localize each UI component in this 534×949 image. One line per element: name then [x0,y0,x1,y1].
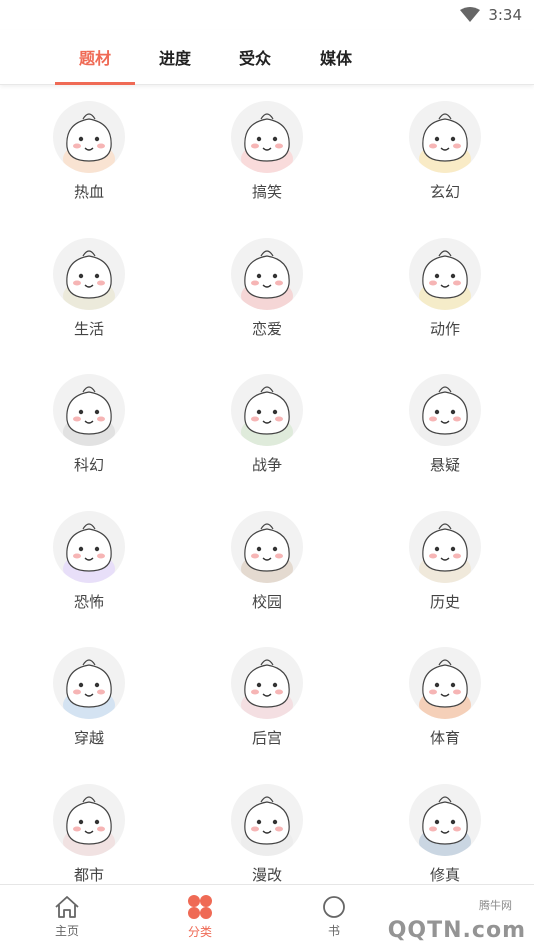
category-item[interactable]: 悬疑 [356,358,534,494]
category-label: 穿越 [73,729,104,747]
bun-horror-icon [53,510,125,583]
category-label: 搞笑 [251,183,282,201]
tab-theme[interactable]: 题材 [55,30,135,84]
category-label: 后宫 [251,729,282,747]
nav-category-label: 分类 [187,925,212,939]
category-item[interactable]: 体育 [356,631,534,767]
category-label: 历史 [429,592,460,611]
tab-media[interactable]: 媒体 [296,30,376,84]
category-item[interactable]: 搞笑 [178,85,356,221]
category-item[interactable]: 战争 [178,358,356,494]
category-icon [188,895,212,919]
category-item[interactable]: 修真 [356,768,534,886]
nav-home[interactable]: 主页 [7,885,127,949]
nav-bookshelf-label: 书 [327,924,340,938]
bun-sports-icon [409,647,481,719]
status-time: 3:34 [488,6,522,24]
bun-ufo-icon [53,374,125,446]
category-item[interactable]: 玄幻 [356,85,534,221]
bun-history-icon [409,510,481,583]
status-bar: 3:34 [0,0,534,30]
category-item[interactable]: 漫改 [178,768,356,886]
watermark-logo: QQTN.com [387,918,526,943]
category-item[interactable]: 历史 [356,495,534,631]
bun-cultivation-icon [409,783,481,856]
category-label: 动作 [429,319,460,338]
bun-time-travel-icon [53,647,125,719]
nav-category[interactable]: 分类 [140,885,260,949]
bottom-nav: 主页 分类 书 腾牛网 QQTN.com [0,884,534,949]
category-item[interactable]: 生活 [0,222,178,358]
bun-magic-icon [409,101,481,173]
top-tab-bar: 题材 进度 受众 媒体 [0,30,534,85]
bun-school-icon [231,510,303,583]
category-item[interactable]: 后宫 [178,631,356,767]
category-label: 恐怖 [73,592,104,611]
category-item[interactable]: 热血 [0,85,178,221]
category-label: 生活 [73,319,104,338]
category-item[interactable]: 校园 [178,495,356,631]
home-icon [55,896,79,918]
bun-life-icon [53,237,125,310]
category-label: 悬疑 [429,456,460,474]
bun-war-icon [231,374,303,446]
category-label: 修真 [429,865,460,884]
category-label: 战争 [251,456,282,474]
category-item[interactable]: 科幻 [0,358,178,494]
category-label: 校园 [251,592,282,611]
category-label: 恋爱 [251,319,282,338]
bun-action-icon [409,237,481,310]
bun-palace-icon [231,647,303,719]
category-label: 都市 [73,865,104,884]
category-label: 科幻 [73,456,104,474]
tab-audience[interactable]: 受众 [215,30,295,84]
bun-laugh-icon [231,101,303,173]
bun-love-icon [231,237,303,310]
bun-city-icon [53,783,125,856]
category-grid: 热血 搞笑 玄幻生活 恋爱 动作科幻 战争 悬疑恐怖 校园 历史穿越 后宫 体育都市 漫改 修真 [0,85,534,885]
wifi-icon [460,7,481,22]
category-label: 玄幻 [429,183,460,201]
category-label: 热血 [73,183,104,201]
category-label: 漫改 [251,865,282,884]
tab-progress[interactable]: 进度 [135,30,215,84]
bun-fire-icon [53,101,125,173]
category-item[interactable]: 恋爱 [178,222,356,358]
nav-home-label: 主页 [54,924,79,938]
bun-mystery-icon [409,374,481,446]
nav-bookshelf[interactable]: 书 [274,885,394,949]
category-item[interactable]: 恐怖 [0,495,178,631]
category-item[interactable]: 都市 [0,768,178,886]
category-label: 体育 [429,729,460,747]
category-item[interactable]: 穿越 [0,631,178,767]
bookshelf-icon [323,896,345,918]
bun-comic-icon [231,783,303,856]
category-item[interactable]: 动作 [356,222,534,358]
watermark-site-name: 腾牛网 [479,899,512,912]
